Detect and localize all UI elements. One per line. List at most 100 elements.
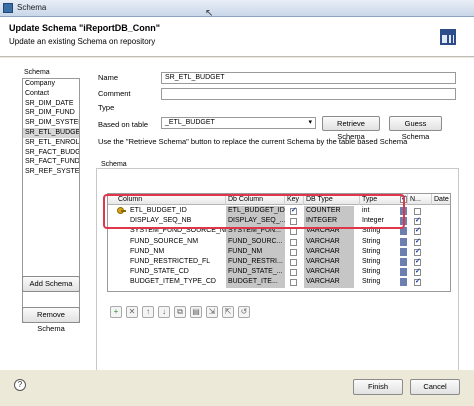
schema-list-item[interactable]: SR_DIM_DATE bbox=[23, 99, 79, 109]
schema-list-item[interactable]: SR_ETL_ENROLL bbox=[23, 138, 79, 148]
schema-list-item[interactable]: SR_DIM_FUND bbox=[23, 108, 79, 118]
db-column-cell[interactable]: FUND_SOURC... bbox=[226, 236, 285, 247]
db-column-cell[interactable]: FUND_STATE_... bbox=[226, 267, 285, 278]
name-field[interactable]: SR_ETL_BUDGET bbox=[161, 72, 456, 84]
import-icon[interactable]: ⇲ bbox=[206, 306, 218, 318]
schema-list-item[interactable]: SR_REF_SYSTEM bbox=[23, 167, 79, 177]
remove-schema-button[interactable]: Remove Schema bbox=[22, 307, 80, 333]
key-checkbox[interactable] bbox=[290, 218, 297, 226]
help-icon[interactable]: ? bbox=[14, 379, 26, 391]
guess-schema-button[interactable]: Guess Schema bbox=[389, 116, 442, 141]
column-name-cell[interactable]: ETL_BUDGET_ID bbox=[128, 206, 226, 216]
table-row[interactable]: FUND_RESTRICTED_FL FUND_RESTRI... VARCHAR S… bbox=[108, 257, 450, 268]
db-column-cell[interactable]: FUND_RESTRI... bbox=[226, 257, 285, 268]
remove-row-icon[interactable]: ✕ bbox=[126, 306, 138, 318]
column-header[interactable]: Key bbox=[285, 194, 304, 205]
db-type-cell[interactable]: VARCHAR bbox=[304, 267, 354, 278]
schema-list-item[interactable]: Contact bbox=[23, 89, 79, 99]
schema-list-item[interactable]: SR_ETL_BUDGET bbox=[23, 127, 79, 138]
type-dropdown-icon[interactable] bbox=[400, 247, 407, 256]
key-checkbox[interactable] bbox=[290, 279, 297, 287]
type-dropdown-icon[interactable] bbox=[400, 268, 407, 277]
nullable-checkbox[interactable] bbox=[414, 216, 421, 226]
table-select[interactable]: _ETL_BUDGET ▾ bbox=[161, 117, 316, 129]
key-checkbox[interactable] bbox=[290, 269, 297, 277]
nullable-checkbox[interactable] bbox=[414, 237, 421, 246]
retrieve-schema-button[interactable]: Retrieve Schema bbox=[322, 116, 380, 141]
table-row[interactable]: DISPLAY_SEQ_NB DISPLAY_SEQ_... INTEGER Inte… bbox=[108, 216, 450, 227]
type-cell[interactable]: String bbox=[360, 226, 400, 236]
nullable-checkbox[interactable] bbox=[414, 257, 421, 266]
key-checkbox[interactable] bbox=[290, 248, 297, 256]
export-icon[interactable]: ⇱ bbox=[222, 306, 234, 318]
reset-icon[interactable]: ↺ bbox=[238, 306, 250, 318]
db-column-cell[interactable]: FUND_NM bbox=[226, 246, 285, 257]
table-row[interactable]: FUND_NM FUND_NM VARCHAR String bbox=[108, 246, 450, 257]
db-type-cell[interactable]: COUNTER bbox=[304, 206, 354, 217]
nullable-checkbox[interactable] bbox=[414, 277, 421, 287]
type-dropdown-icon[interactable] bbox=[400, 258, 407, 266]
db-column-cell[interactable]: DISPLAY_SEQ_... bbox=[226, 216, 285, 227]
copy-icon[interactable]: ⧉ bbox=[174, 306, 186, 318]
db-column-cell[interactable]: ETL_BUDGET_ID bbox=[226, 206, 285, 217]
key-checkbox[interactable] bbox=[290, 259, 297, 266]
move-down-icon[interactable]: ↓ bbox=[158, 306, 170, 318]
db-column-cell[interactable]: BUDGET_ITE... bbox=[226, 277, 285, 288]
header-checkbox[interactable] bbox=[400, 194, 407, 203]
db-type-cell[interactable]: VARCHAR bbox=[304, 236, 354, 247]
type-dropdown-icon[interactable] bbox=[400, 227, 407, 236]
db-type-cell[interactable]: VARCHAR bbox=[304, 246, 354, 257]
add-schema-button[interactable]: Add Schema bbox=[22, 276, 80, 292]
nullable-checkbox[interactable] bbox=[414, 267, 421, 277]
nullable-checkbox[interactable] bbox=[414, 247, 421, 256]
type-cell[interactable]: String bbox=[360, 237, 400, 247]
column-name-cell[interactable]: FUND_NM bbox=[128, 247, 226, 257]
column-header[interactable]: Db Column bbox=[226, 194, 285, 205]
table-row[interactable]: ETL_BUDGET_IDETL_BUDGET_ID COUNTER int bbox=[108, 206, 450, 217]
type-cell[interactable]: String bbox=[360, 267, 400, 277]
type-dropdown-icon[interactable] bbox=[400, 207, 407, 215]
type-dropdown-icon[interactable] bbox=[400, 217, 407, 226]
column-header[interactable]: N... bbox=[408, 194, 432, 205]
move-up-icon[interactable]: ↑ bbox=[142, 306, 154, 318]
column-name-cell[interactable]: FUND_RESTRICTED_FL bbox=[128, 257, 226, 267]
db-type-cell[interactable]: INTEGER bbox=[304, 216, 354, 227]
schema-list-item[interactable]: SR_DIM_SYSTEM bbox=[23, 118, 79, 128]
column-header[interactable]: DB Type bbox=[304, 194, 360, 205]
key-checkbox[interactable] bbox=[290, 238, 297, 246]
type-cell[interactable]: Integer bbox=[360, 216, 400, 226]
type-dropdown-icon[interactable] bbox=[400, 278, 407, 287]
type-cell[interactable]: String bbox=[360, 277, 400, 287]
db-type-cell[interactable]: VARCHAR bbox=[304, 277, 354, 288]
column-name-cell[interactable]: DISPLAY_SEQ_NB bbox=[128, 216, 226, 226]
key-checkbox[interactable] bbox=[290, 228, 297, 236]
column-name-cell[interactable]: SYSTEM_FUND_SOURCE_NM bbox=[128, 226, 226, 236]
type-dropdown-icon[interactable] bbox=[400, 237, 407, 246]
nullable-checkbox[interactable] bbox=[414, 226, 421, 236]
schema-list-item[interactable]: SR_FACT_BUDGET_ bbox=[23, 148, 79, 158]
db-column-cell[interactable]: SYSTEM_FUN... bbox=[226, 226, 285, 237]
cancel-button[interactable]: Cancel bbox=[410, 379, 460, 395]
column-name-cell[interactable]: FUND_SOURCE_NM bbox=[128, 237, 226, 247]
type-cell[interactable]: String bbox=[360, 257, 400, 267]
schema-list-item[interactable]: Company bbox=[23, 79, 79, 89]
schema-list-item[interactable]: SR_FACT_FUND_SOU bbox=[23, 157, 79, 167]
type-cell[interactable]: String bbox=[360, 247, 400, 257]
add-row-icon[interactable]: + bbox=[110, 306, 122, 318]
table-row[interactable]: FUND_SOURCE_NM FUND_SOURC... VARCHAR String bbox=[108, 236, 450, 247]
key-checkbox[interactable] bbox=[290, 206, 297, 215]
table-row[interactable]: FUND_STATE_CD FUND_STATE_... VARCHAR String bbox=[108, 267, 450, 278]
table-row[interactable]: SYSTEM_FUND_SOURCE_NM SYSTEM_FUN... VARCHA… bbox=[108, 226, 450, 237]
nullable-checkbox[interactable] bbox=[414, 208, 421, 215]
finish-button[interactable]: Finish bbox=[353, 379, 403, 395]
db-type-cell[interactable]: VARCHAR bbox=[304, 226, 354, 237]
paste-icon[interactable]: ▤ bbox=[190, 306, 202, 318]
column-header[interactable]: Column bbox=[116, 194, 226, 205]
table-row[interactable]: BUDGET_ITEM_TYPE_CD BUDGET_ITE... VARCHAR S… bbox=[108, 277, 450, 288]
comment-field[interactable] bbox=[161, 88, 456, 100]
db-type-cell[interactable]: VARCHAR bbox=[304, 257, 354, 268]
column-name-cell[interactable]: BUDGET_ITEM_TYPE_CD bbox=[128, 277, 226, 287]
column-name-cell[interactable]: FUND_STATE_CD bbox=[128, 267, 226, 277]
column-header[interactable]: Date P bbox=[432, 194, 450, 205]
type-cell[interactable]: int bbox=[360, 206, 400, 216]
